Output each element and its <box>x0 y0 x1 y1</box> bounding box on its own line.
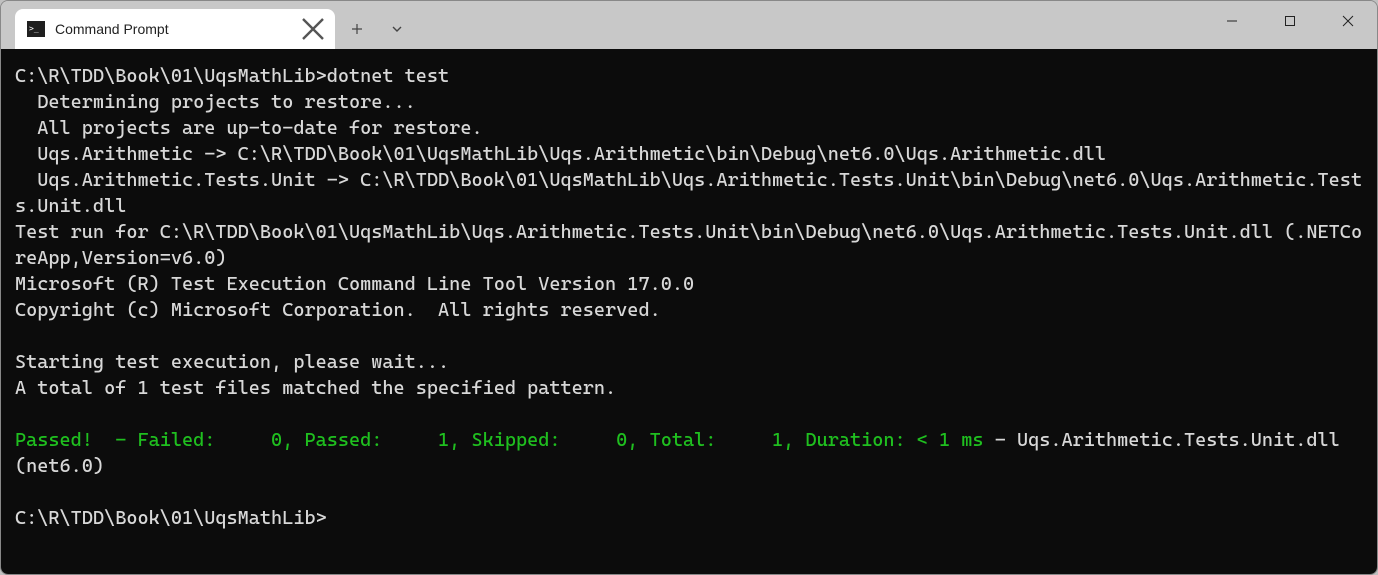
prompt-line: C:\R\TDD\Book\01\UqsMathLib>dotnet test <box>15 65 449 87</box>
output-line: Determining projects to restore... <box>15 91 416 113</box>
output-line: Copyright (c) Microsoft Corporation. All… <box>15 299 661 321</box>
output-line: A total of 1 test files matched the spec… <box>15 377 616 399</box>
tab-actions <box>339 9 415 49</box>
tab-title: Command Prompt <box>55 21 301 37</box>
terminal-output: C:\R\TDD\Book\01\UqsMathLib>dotnet test … <box>15 63 1363 531</box>
output-line: All projects are up-to-date for restore. <box>15 117 483 139</box>
terminal-body[interactable]: C:\R\TDD\Book\01\UqsMathLib>dotnet test … <box>1 49 1377 574</box>
close-button[interactable] <box>1319 1 1377 41</box>
tab-command-prompt[interactable]: Command Prompt <box>15 9 335 49</box>
maximize-button[interactable] <box>1261 1 1319 41</box>
new-tab-button[interactable] <box>339 11 375 47</box>
close-icon[interactable] <box>301 17 325 41</box>
window-controls <box>1203 1 1377 49</box>
titlebar: Command Prompt <box>1 1 1377 49</box>
output-line: Uqs.Arithmetic -> C:\R\TDD\Book\01\UqsMa… <box>15 143 1106 165</box>
output-line: Uqs.Arithmetic.Tests.Unit -> C:\R\TDD\Bo… <box>15 169 1362 217</box>
output-line: Test run for C:\R\TDD\Book\01\UqsMathLib… <box>15 221 1362 269</box>
test-result-passed: Passed! - Failed: 0, Passed: 1, Skipped:… <box>15 429 984 451</box>
prompt-line-final: C:\R\TDD\Book\01\UqsMathLib> <box>15 507 327 529</box>
terminal-window: Command Prompt C:\R\TDD\Book\0 <box>0 0 1378 575</box>
cmd-icon <box>27 21 45 37</box>
output-line: Starting test execution, please wait... <box>15 351 449 373</box>
tab-dropdown-button[interactable] <box>379 11 415 47</box>
output-line: Microsoft (R) Test Execution Command Lin… <box>15 273 694 295</box>
minimize-button[interactable] <box>1203 1 1261 41</box>
